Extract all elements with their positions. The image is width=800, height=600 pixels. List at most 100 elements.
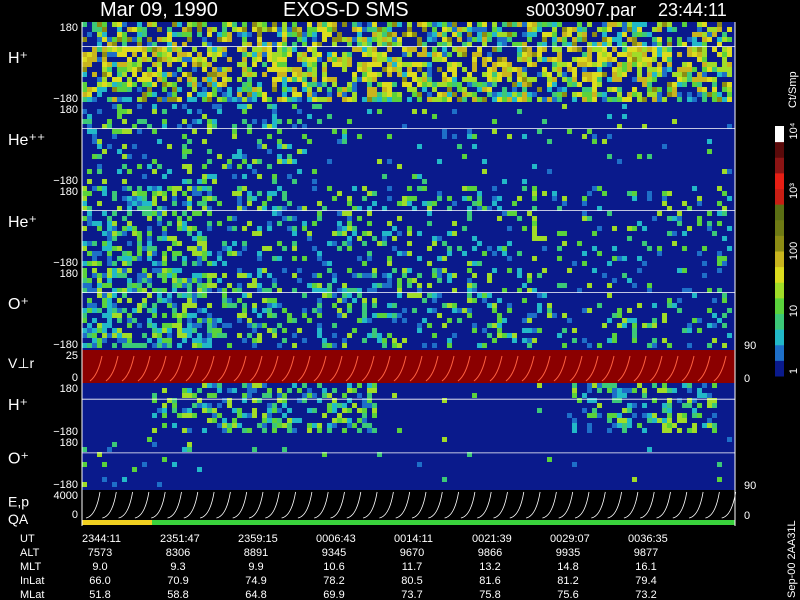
spectrogram-cell [217, 413, 222, 418]
spectrogram-cell [87, 92, 92, 97]
spectrogram-cell [602, 47, 607, 52]
spectrogram-cell [287, 159, 292, 164]
spectrogram-cell [237, 408, 242, 413]
spectrogram-cell [252, 92, 257, 97]
spectrogram-cell [582, 251, 587, 256]
spectrogram-cell [627, 92, 632, 97]
spectrogram-cell [282, 72, 287, 77]
spectrogram-cell [557, 231, 562, 236]
spectrogram-cell [502, 87, 507, 92]
spectrogram-cell [547, 72, 552, 77]
spectrogram-cell [342, 231, 347, 236]
spectrogram-cell [582, 196, 587, 201]
spectrogram-cell [652, 413, 657, 418]
spectrogram-cell [292, 159, 297, 164]
spectrogram-cell [147, 57, 152, 62]
spectrogram-cell [502, 62, 507, 67]
spectrogram-cell [687, 67, 692, 72]
spectrogram-cell [157, 47, 162, 52]
y-max-label: 180 [60, 437, 78, 449]
spectrogram-cell [277, 62, 282, 67]
spectrogram-cell [512, 211, 517, 216]
spectrogram-cell [142, 298, 147, 303]
spectrogram-cell [317, 119, 322, 124]
spectrogram-cell [712, 47, 717, 52]
spectrogram-cell [722, 87, 727, 92]
spectrogram-cell [512, 67, 517, 72]
spectrogram-cell [167, 323, 172, 328]
spectrogram-cell [377, 62, 382, 67]
spectrogram-cell [97, 169, 102, 174]
spectrogram-cell [717, 462, 722, 467]
spectrogram-cell [442, 437, 447, 442]
spectrogram-cell [227, 97, 232, 102]
spectrogram-cell [352, 298, 357, 303]
spectrogram-cell [617, 393, 622, 398]
spectrogram-cell [482, 22, 487, 27]
spectrogram-cell [387, 313, 392, 318]
spectrogram-cell [387, 72, 392, 77]
spectrogram-cell [177, 186, 182, 191]
panel-o_plus_1: O⁺180−180 90 [8, 268, 756, 352]
spectrogram-cell [187, 298, 192, 303]
spectrogram-cell [392, 226, 397, 231]
table-cell: 16.1 [635, 561, 656, 573]
header-time: 23:44:11 [658, 0, 727, 20]
spectrogram-cell [162, 343, 167, 348]
colorbar-tick-label: 10⁴ [788, 122, 800, 139]
spectrogram-cell [137, 32, 142, 37]
spectrogram-cell [337, 246, 342, 251]
spectrogram-cell [472, 283, 477, 288]
spectrogram-cell [327, 186, 332, 191]
spectrogram-cell [342, 393, 347, 398]
spectrogram-cell [132, 201, 137, 206]
table-cell: 51.8 [89, 589, 110, 600]
spectrogram-cell [712, 231, 717, 236]
spectrogram-cell [407, 251, 412, 256]
spectrogram-cell [207, 92, 212, 97]
spectrogram-cell [147, 241, 152, 246]
spectrogram-cell [667, 418, 672, 423]
spectrogram-cell [562, 77, 567, 82]
spectrogram-cell [667, 413, 672, 418]
spectrogram-cell [632, 27, 637, 32]
spectrogram-cell [582, 57, 587, 62]
spectrogram-cell [272, 278, 277, 283]
spectrogram-cell [87, 119, 92, 124]
spectrogram-cell [252, 159, 257, 164]
spectrogram-cell [352, 226, 357, 231]
spectrogram-cell [177, 87, 182, 92]
spectrogram-cell [702, 393, 707, 398]
spectrogram-cell [272, 179, 277, 184]
spectrogram-cell [697, 328, 702, 333]
spectrogram-cell [522, 47, 527, 52]
spectrogram-cell [667, 423, 672, 428]
spectrogram-cell [247, 191, 252, 196]
spectrogram-cell [157, 216, 162, 221]
spectrogram-cell [132, 283, 137, 288]
spectrogram-cell [162, 323, 167, 328]
spectrogram-cell [167, 47, 172, 52]
spectrogram-cell [357, 236, 362, 241]
spectrogram-cell [122, 308, 127, 313]
spectrogram-cell [637, 52, 642, 57]
spectrogram-cell [537, 97, 542, 102]
spectrogram-cell [312, 408, 317, 413]
spectrogram-cell [682, 268, 687, 273]
spectrogram-cell [352, 72, 357, 77]
spectrogram-cell [482, 293, 487, 298]
spectrogram-cell [152, 82, 157, 87]
spectrogram-cell [152, 47, 157, 52]
spectrogram-cell [222, 27, 227, 32]
spectrogram-cell [697, 32, 702, 37]
spectrogram-cell [242, 246, 247, 251]
spectrogram-cell [407, 47, 412, 52]
spectrogram-cell [382, 52, 387, 57]
spectrogram-cell [192, 119, 197, 124]
spectrogram-cell [187, 323, 192, 328]
spectrogram-cell [122, 186, 127, 191]
spectrogram-cell [617, 72, 622, 77]
spectrogram-cell [532, 226, 537, 231]
spectrogram-cell [587, 423, 592, 428]
spectrogram-cell [597, 343, 602, 348]
